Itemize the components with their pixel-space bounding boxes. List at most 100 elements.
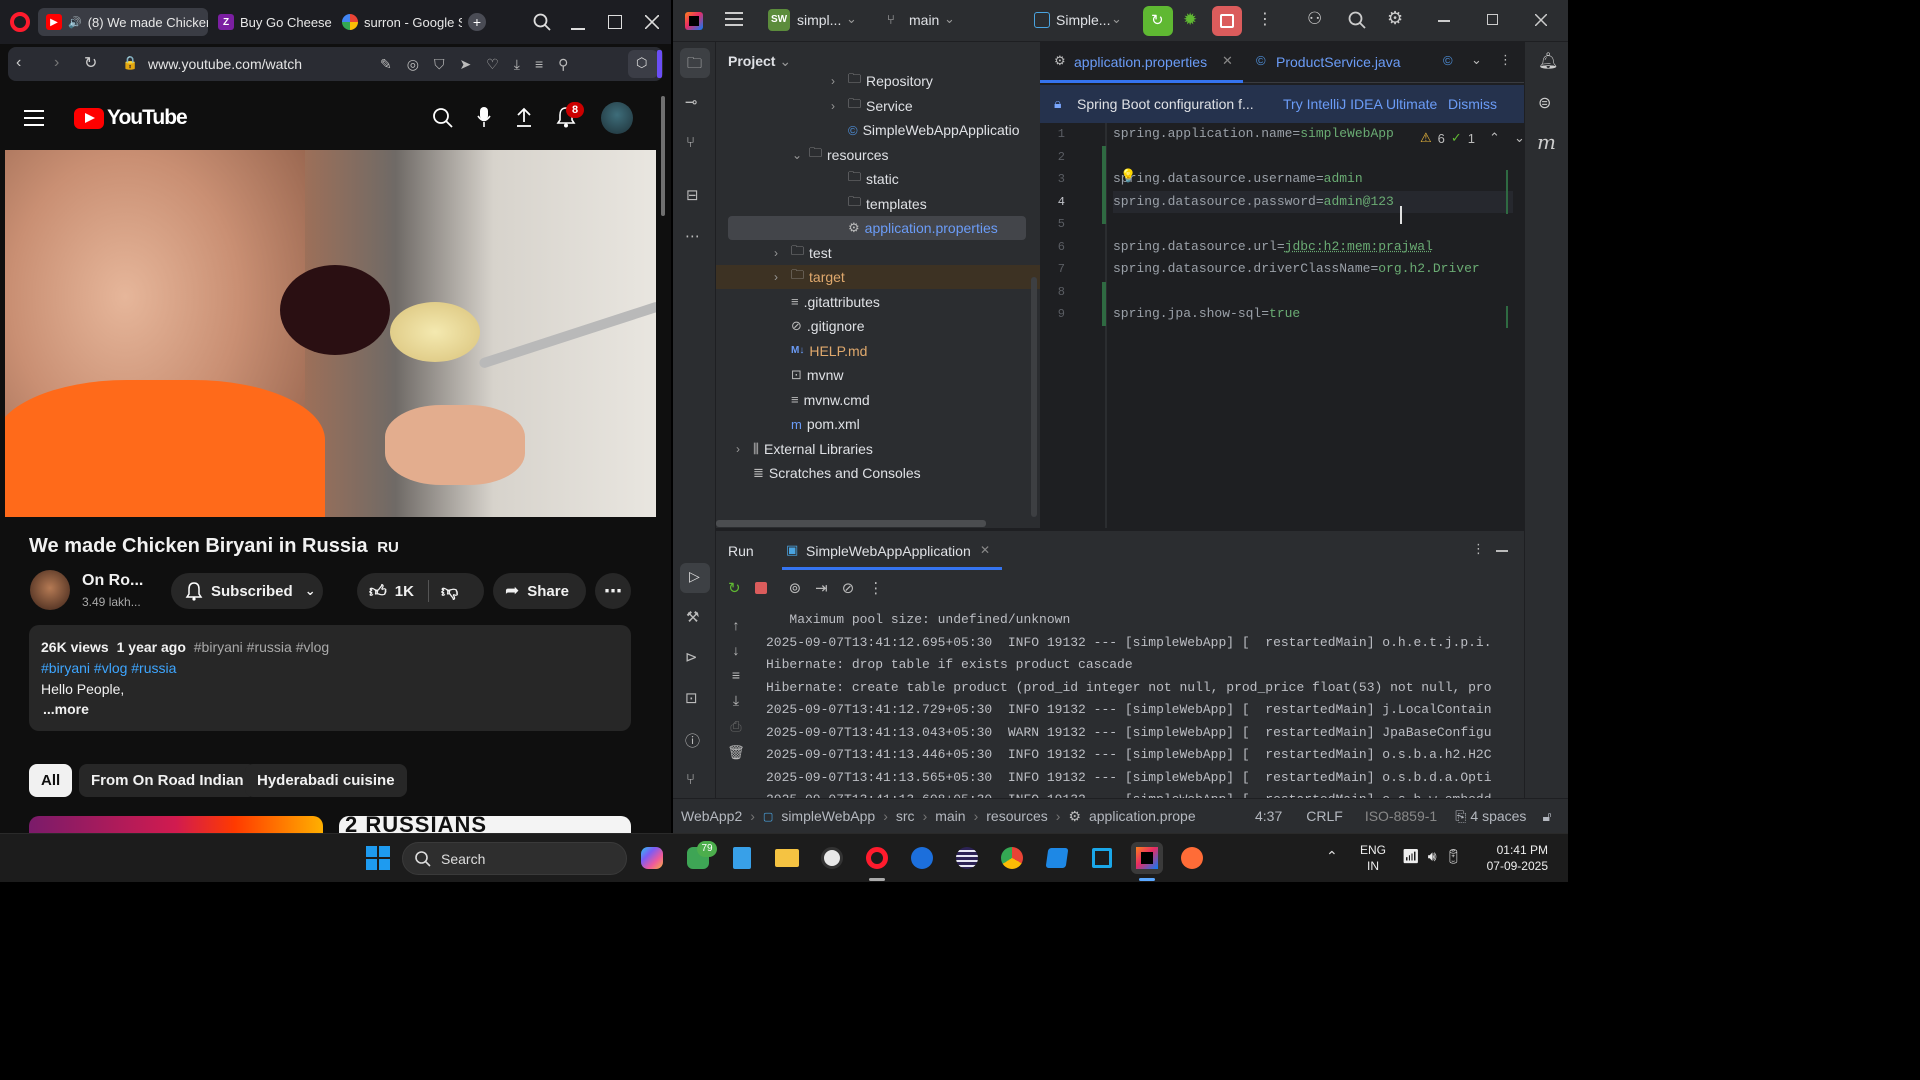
browser-tab-google[interactable]: surron - Google S	[334, 8, 462, 36]
opera-browser-icon[interactable]	[861, 842, 893, 874]
chevron-right-icon[interactable]: ›	[831, 74, 843, 88]
back-button[interactable]: ‹	[16, 54, 21, 72]
dislike-icon[interactable]: 👎︎	[441, 581, 458, 602]
chevron-down-icon[interactable]: ⌄	[792, 148, 804, 162]
system-tray[interactable]: 📶︎ 🔊︎ 🔋︎	[1402, 848, 1462, 865]
run-tab-simplewebapp[interactable]: ▣ SimpleWebAppApplication ✕	[782, 531, 1002, 570]
more-tools-icon[interactable]: ⋯	[685, 227, 700, 245]
recommended-thumbnail[interactable]	[29, 816, 323, 833]
tree-item[interactable]: © SimpleWebAppApplicatio	[831, 118, 1020, 142]
close-tab-icon[interactable]: ✕	[980, 543, 990, 557]
maximize-button[interactable]	[608, 15, 622, 29]
code-line[interactable]: spring.datasource.password=admin@123	[1113, 190, 1513, 213]
java-class-icon[interactable]: ©	[1443, 53, 1453, 68]
arrow-down-icon[interactable]: ↓	[733, 642, 740, 658]
print-icon[interactable]: ⎙	[730, 718, 741, 735]
git-icon[interactable]: ⑂	[686, 771, 695, 788]
tree-item[interactable]: ≡ .gitattributes	[774, 290, 880, 314]
show-more-link[interactable]: ...more	[43, 701, 89, 717]
code-line[interactable]	[1113, 146, 1513, 169]
code-editor[interactable]: spring.application.name=simpleWebApp spri…	[1113, 123, 1513, 326]
stop-icon[interactable]	[754, 582, 767, 594]
chevron-down-icon[interactable]: ⌄	[846, 11, 857, 27]
try-ultimate-link[interactable]: Try IntelliJ IDEA Ultimate	[1283, 96, 1437, 112]
page-scrollbar[interactable]	[661, 96, 665, 216]
code-line[interactable]	[1113, 281, 1513, 304]
chevron-right-icon[interactable]: ›	[831, 99, 843, 113]
reload-button[interactable]: ↻	[84, 53, 97, 73]
start-button[interactable]	[362, 842, 394, 874]
structure-icon[interactable]: ⊟	[686, 186, 699, 204]
services-icon[interactable]: ⊳	[685, 648, 698, 666]
search-everywhere-icon[interactable]	[1348, 11, 1366, 29]
chevron-right-icon[interactable]: ›	[774, 270, 786, 284]
like-count[interactable]: 1K	[395, 583, 414, 600]
download-icon[interactable]: ⤓	[514, 56, 520, 73]
code-line[interactable]: spring.datasource.username=admin	[1113, 168, 1513, 191]
file-encoding[interactable]: ISO-8859-1	[1365, 808, 1437, 824]
hide-panel-button[interactable]	[1496, 550, 1508, 552]
shield-icon[interactable]: ⛉	[434, 56, 445, 73]
indent-setting[interactable]: 4 spaces	[1470, 808, 1526, 824]
new-tab-button[interactable]: +	[468, 13, 486, 31]
tree-item[interactable]: ⊡ mvnw	[774, 363, 843, 387]
hamburger-menu-icon[interactable]	[24, 110, 44, 126]
project-tool-button[interactable]: 🗀	[680, 48, 710, 78]
arrow-up-icon[interactable]: ↑	[733, 617, 740, 633]
clock-app-icon[interactable]	[816, 842, 848, 874]
breadcrumb-item[interactable]: src	[896, 808, 915, 824]
editor-tab-application-properties[interactable]: ⚙ application.properties ✕	[1040, 42, 1243, 83]
camera-icon[interactable]: ⊚	[789, 579, 802, 597]
tree-item[interactable]: M↓ HELP.md	[774, 339, 867, 363]
notifications-icon[interactable]: 🔔︎	[1538, 51, 1558, 71]
chip-all[interactable]: All	[29, 764, 73, 797]
breadcrumb-item[interactable]: simpleWebApp	[781, 808, 875, 824]
horizontal-scrollbar[interactable]	[716, 520, 986, 527]
code-line[interactable]	[1113, 213, 1513, 236]
lightbulb-icon[interactable]: 💡	[1120, 168, 1136, 184]
breadcrumb-item[interactable]: main	[935, 808, 965, 824]
copilot-app-icon[interactable]	[636, 842, 668, 874]
camera-icon[interactable]: ◎	[407, 56, 419, 73]
project-badge[interactable]: SW	[768, 9, 790, 31]
taskbar-search-box[interactable]: Search	[402, 842, 627, 875]
youtube-logo[interactable]: YouTube	[74, 106, 188, 130]
breadcrumb-item[interactable]: application.prope	[1089, 808, 1196, 824]
tree-item[interactable]: ≣ Scratches and Consoles	[736, 461, 921, 485]
breadcrumb-item[interactable]: resources	[986, 808, 1047, 824]
vscode-app-icon[interactable]	[1041, 842, 1073, 874]
run-config-name[interactable]: Simple...	[1056, 12, 1110, 28]
recommended-thumbnail[interactable]: 2 RUSSIANS	[339, 816, 631, 833]
chevron-up-icon[interactable]: ⌃	[1489, 130, 1500, 146]
tree-item[interactable]: ⚙ application.properties	[728, 216, 1026, 240]
vcs-pull-requests-icon[interactable]: ⑂	[686, 134, 695, 151]
settings-gear-icon[interactable]: ⚙	[1387, 8, 1403, 29]
tree-item[interactable]: › 🗀 target	[716, 265, 1040, 289]
more-vertical-icon[interactable]: ⋮	[868, 579, 883, 597]
tree-item[interactable]: ⌄ 🗀 resources	[792, 143, 888, 167]
notepad-app-icon[interactable]	[726, 842, 758, 874]
inspection-widget[interactable]: ⚠ 6 ✓ 1 ⌃ ⌄	[1420, 130, 1525, 146]
description-box[interactable]: 26K views 1 year ago #biryani #russia #v…	[29, 625, 631, 731]
send-icon[interactable]: ➤	[459, 56, 471, 73]
menu-lines-icon[interactable]: ≡	[535, 56, 543, 73]
ai-assistant-icon[interactable]: ⊜	[1538, 93, 1551, 113]
tree-item[interactable]: 🗀 static	[831, 167, 899, 191]
dismiss-link[interactable]: Dismiss	[1448, 96, 1497, 112]
microphone-icon[interactable]	[477, 106, 491, 128]
line-separator[interactable]: CRLF	[1306, 808, 1343, 824]
chevron-right-icon[interactable]: ›	[774, 246, 786, 260]
browser-tab-zepto[interactable]: Z Buy Go Cheese Sl	[210, 8, 332, 36]
close-window-button[interactable]	[645, 15, 659, 29]
tree-item[interactable]: › 🗀 test	[774, 241, 832, 265]
profile-icon[interactable]: ⚲	[558, 56, 568, 73]
url-field[interactable]: www.youtube.com/watch	[148, 56, 302, 72]
vertical-scrollbar[interactable]	[1031, 277, 1037, 517]
unlock-icon[interactable]: 🔓︎	[1542, 808, 1551, 825]
run-tool-button[interactable]: ▷	[680, 563, 710, 593]
branch-name[interactable]: main	[909, 12, 939, 28]
inline-tags[interactable]: #biryani #russia #vlog	[194, 639, 329, 655]
terminal-icon[interactable]: ⊡	[685, 689, 698, 707]
code-line[interactable]: spring.datasource.driverClassName=org.h2…	[1113, 258, 1513, 281]
maven-m-icon[interactable]: m	[1537, 130, 1556, 154]
